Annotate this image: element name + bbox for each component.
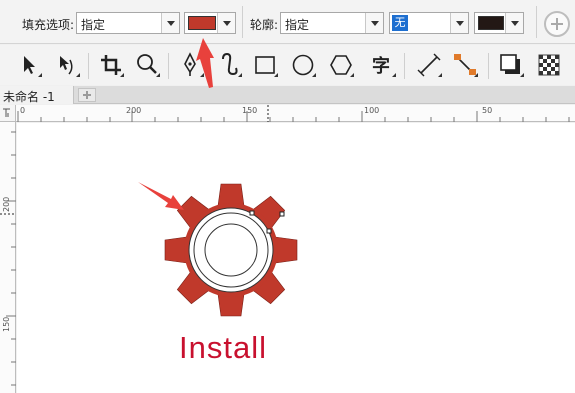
canvas-overlay	[138, 38, 298, 317]
selection-handle[interactable]	[279, 211, 285, 217]
gear-ring-inner	[204, 223, 258, 277]
annotation-arrow	[138, 182, 184, 210]
selection-handle[interactable]	[249, 210, 255, 216]
gear-tooth[interactable]	[164, 236, 188, 264]
annotation-arrow	[196, 38, 214, 88]
gear-tooth[interactable]	[217, 183, 245, 207]
selection-handle[interactable]	[266, 228, 272, 234]
annotation-arrows	[138, 38, 214, 210]
gear-tooth[interactable]	[274, 236, 298, 264]
install-text[interactable]: Install	[179, 330, 267, 366]
gear-shape[interactable]	[164, 183, 298, 317]
gear-tooth[interactable]	[217, 293, 245, 317]
